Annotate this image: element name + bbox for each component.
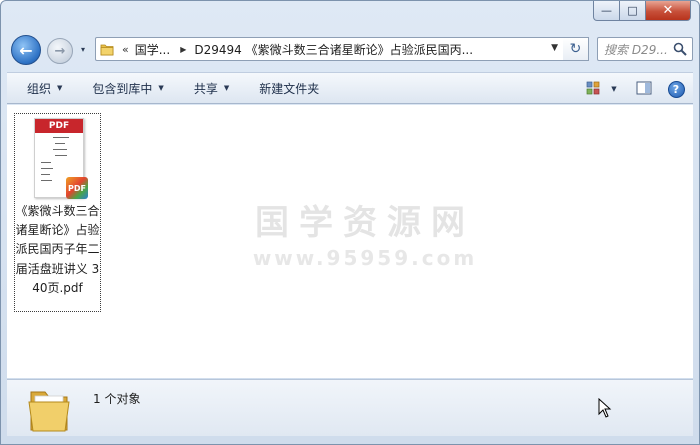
refresh-icon: ↻: [569, 41, 582, 57]
watermark-title: 国学资源网: [255, 203, 475, 243]
view-controls: ▼ ?: [581, 73, 693, 105]
view-grid-icon: [586, 81, 602, 98]
change-view-button[interactable]: [581, 77, 607, 101]
recent-pages-button[interactable]: ▾: [81, 45, 91, 55]
explorer-window: — □ ✕ ← → ▾ « 国学... ▶ D29494 《紫微斗数三合诸星断论…: [0, 0, 700, 445]
item-count-label: 1 个对象: [93, 392, 141, 406]
preview-pane-icon: [636, 81, 652, 98]
organize-button[interactable]: 组织 ▼: [17, 76, 72, 100]
search-placeholder: 搜索 D29...: [604, 42, 668, 57]
breadcrumb-item[interactable]: 国学...: [135, 41, 170, 58]
refresh-button[interactable]: ↻: [563, 37, 589, 61]
breadcrumb-separator-icon[interactable]: ▶: [180, 45, 186, 54]
navigation-bar: ← → ▾ « 国学... ▶ D29494 《紫微斗数三合诸星断论》占验派民国…: [9, 33, 693, 67]
search-input[interactable]: 搜索 D29...: [597, 37, 693, 61]
command-bar: 组织 ▼ 包含到库中 ▼ 共享 ▼ 新建文件夹 ▼ ?: [7, 72, 693, 104]
pdf-badge-icon: PDF: [66, 177, 88, 199]
include-in-library-button[interactable]: 包含到库中 ▼: [82, 76, 173, 100]
file-name-label: 《紫微斗数三合诸星断论》占验派民国丙子年二届活盘班讲义 340页.pdf: [15, 204, 100, 295]
forward-arrow-icon: →: [54, 43, 66, 59]
file-list-area[interactable]: 国学资源网 www.95959.com PDF PDF 《紫微斗数三合诸星断论》…: [7, 105, 693, 378]
breadcrumb-overflow[interactable]: «: [122, 43, 129, 56]
search-icon: [673, 42, 687, 56]
folder-icon: [100, 42, 114, 56]
view-options-button[interactable]: ▼: [607, 77, 621, 101]
file-item[interactable]: PDF PDF 《紫微斗数三合诸星断论》占验派民国丙子年二届活盘班讲义 340页…: [14, 113, 101, 312]
help-button[interactable]: ?: [663, 77, 689, 101]
forward-button[interactable]: →: [47, 38, 73, 64]
minimize-button[interactable]: —: [593, 1, 620, 21]
pdf-thumbnail-icon: PDF PDF: [34, 118, 88, 199]
address-dropdown-icon[interactable]: ▼: [551, 43, 558, 53]
chevron-down-icon: ▼: [57, 84, 63, 92]
help-icon: ?: [667, 80, 685, 98]
chevron-down-icon: ▼: [611, 85, 617, 93]
maximize-button[interactable]: □: [620, 1, 646, 21]
pdf-header-label: PDF: [35, 119, 83, 133]
chevron-down-icon: ▼: [158, 84, 164, 92]
watermark-url: www.95959.com: [252, 246, 478, 270]
breadcrumb-item[interactable]: D29494 《紫微斗数三合诸星断论》占验派民国丙...: [194, 41, 473, 58]
mouse-cursor-icon: [598, 397, 612, 418]
new-folder-button[interactable]: 新建文件夹: [249, 76, 329, 100]
preview-pane-button[interactable]: [631, 77, 657, 101]
back-arrow-icon: ←: [19, 40, 33, 60]
share-button[interactable]: 共享 ▼: [184, 76, 239, 100]
close-button[interactable]: ✕: [646, 1, 691, 21]
watermark: 国学资源网 www.95959.com: [245, 195, 485, 270]
back-button[interactable]: ←: [11, 35, 41, 65]
caption-buttons: — □ ✕: [593, 1, 691, 21]
address-bar[interactable]: « 国学... ▶ D29494 《紫微斗数三合诸星断论》占验派民国丙... ▼: [95, 37, 565, 61]
details-pane: 1 个对象: [7, 379, 693, 436]
folder-icon: [27, 384, 71, 434]
chevron-down-icon: ▼: [223, 84, 230, 92]
